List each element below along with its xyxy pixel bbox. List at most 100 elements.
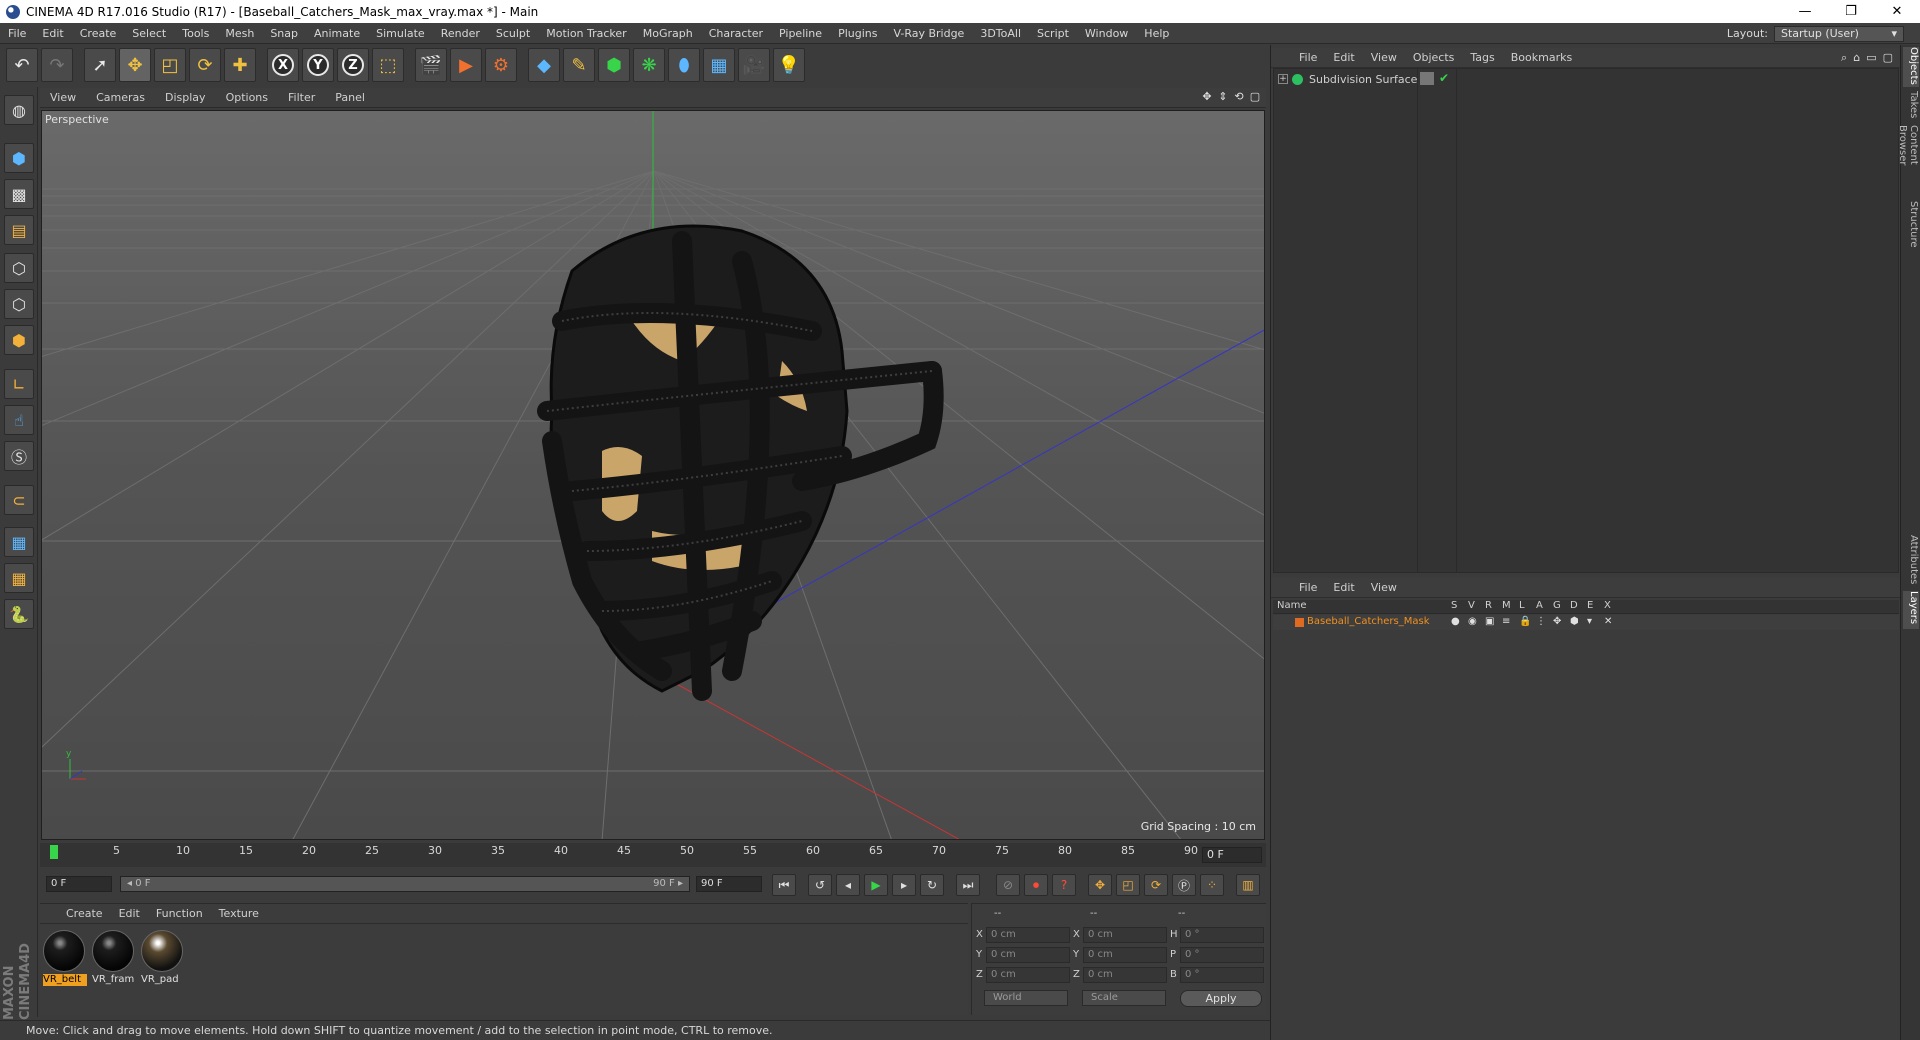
cube-icon[interactable]: ◆ <box>528 48 560 82</box>
viewport-menu-options[interactable]: Options <box>216 91 278 104</box>
menu-edit[interactable]: Edit <box>34 27 71 40</box>
render-picture-viewer-icon[interactable]: ▶ <box>450 48 482 82</box>
zoom-icon[interactable]: ⇕ <box>1216 90 1230 104</box>
python-icon[interactable]: 🐍 <box>4 599 34 629</box>
point-level-key-icon[interactable]: ⁘ <box>1200 874 1224 896</box>
objects-menu-view[interactable]: View <box>1363 51 1405 64</box>
menu-sculpt[interactable]: Sculpt <box>488 27 538 40</box>
solo-toggle-icon[interactable]: ● <box>1451 616 1460 627</box>
objects-menu-tags[interactable]: Tags <box>1462 51 1502 64</box>
menu-snap[interactable]: Snap <box>262 27 306 40</box>
floor-icon[interactable]: ▦ <box>703 48 735 82</box>
scale-key-icon[interactable]: ◰ <box>1116 874 1140 896</box>
render-toggle-icon[interactable]: ▣ <box>1485 616 1494 627</box>
scale-icon[interactable]: ◰ <box>154 48 186 82</box>
layer-row[interactable]: Baseball_Catchers_Mask ● ◉ ▣ ≡ 🔒 ⋮ ✥ ⬢ ▾… <box>1273 615 1899 630</box>
menu-script[interactable]: Script <box>1029 27 1077 40</box>
pen-spline-icon[interactable]: ✎ <box>563 48 595 82</box>
menu-3dtoall[interactable]: 3DToAll <box>972 27 1029 40</box>
size-x-field[interactable]: 0 cm <box>1083 927 1167 943</box>
position-x-field[interactable]: 0 cm <box>986 927 1070 943</box>
tab-layers[interactable]: Layers <box>1903 591 1919 629</box>
render-view-icon[interactable]: 🎬 <box>415 48 447 82</box>
animation-toggle-icon[interactable]: ⋮ <box>1536 616 1546 627</box>
viewport-menu-filter[interactable]: Filter <box>278 91 325 104</box>
menu-render[interactable]: Render <box>433 27 488 40</box>
goto-end-icon[interactable]: ⏭ <box>956 874 980 896</box>
close-button[interactable]: ✕ <box>1874 0 1920 23</box>
viewport-menu-view[interactable]: View <box>40 91 86 104</box>
menu-mograph[interactable]: MoGraph <box>635 27 701 40</box>
locked-workplane-icon[interactable]: ▦ <box>4 527 34 557</box>
layers-menu-edit[interactable]: Edit <box>1325 581 1362 594</box>
material-menu-function[interactable]: Function <box>148 907 211 920</box>
apply-button[interactable]: Apply <box>1180 990 1262 1007</box>
tab-takes[interactable]: Takes <box>1903 91 1919 121</box>
menu-tools[interactable]: Tools <box>174 27 217 40</box>
deformer-icon[interactable]: ⬮ <box>668 48 700 82</box>
position-z-field[interactable]: 0 cm <box>986 967 1070 983</box>
redo-icon[interactable]: ↷ <box>41 48 73 82</box>
autokeying-icon[interactable]: ⏺ <box>1024 874 1048 896</box>
3d-viewport[interactable]: y Perspective Grid Spacing : 10 cm <box>41 110 1265 840</box>
snapping-icon[interactable]: Ⓢ <box>4 441 34 471</box>
light-icon[interactable]: 💡 <box>773 48 805 82</box>
menu-animate[interactable]: Animate <box>306 27 368 40</box>
tweak-mode-icon[interactable]: ☝ <box>4 405 34 435</box>
editor-visibility-icon[interactable] <box>1420 72 1434 85</box>
material-menu-edit[interactable]: Edit <box>111 907 148 920</box>
timeline-ruler[interactable]: 0 5 10 15 20 25 30 35 40 45 50 55 60 65 … <box>40 843 1266 867</box>
size-mode-dropdown[interactable]: Scale <box>1082 990 1166 1006</box>
viewport-menu-panel[interactable]: Panel <box>325 91 375 104</box>
lock-toggle-icon[interactable]: 🔒 <box>1519 616 1531 627</box>
view-toggle-icon[interactable]: ◉ <box>1468 616 1477 627</box>
material-menu-create[interactable]: Create <box>58 907 111 920</box>
camera-icon[interactable]: 🎥 <box>738 48 770 82</box>
record-active-objects-icon[interactable]: ⊘ <box>996 874 1020 896</box>
layers-menu-view[interactable]: View <box>1363 581 1405 594</box>
size-z-field[interactable]: 0 cm <box>1083 967 1167 983</box>
objects-menu-file[interactable]: File <box>1291 51 1325 64</box>
subdivision-surface-icon[interactable]: ⬢ <box>598 48 630 82</box>
size-y-field[interactable]: 0 cm <box>1083 947 1167 963</box>
frame-range-slider[interactable]: ◂ 0 F 90 F ▸ <box>120 876 690 892</box>
objects-menu-edit[interactable]: Edit <box>1325 51 1362 64</box>
material-menu-texture[interactable]: Texture <box>211 907 267 920</box>
menu-character[interactable]: Character <box>701 27 771 40</box>
rotation-p-field[interactable]: 0 ° <box>1180 947 1264 963</box>
generators-toggle-icon[interactable]: ✥ <box>1553 616 1561 627</box>
previous-key-icon[interactable]: ↺ <box>808 874 832 896</box>
expressions-toggle-icon[interactable]: ▾ <box>1587 616 1592 627</box>
objects-menu-bookmarks[interactable]: Bookmarks <box>1503 51 1580 64</box>
goto-start-icon[interactable]: ⏮ <box>772 874 796 896</box>
viewport-menu-cameras[interactable]: Cameras <box>86 91 155 104</box>
rotation-h-field[interactable]: 0 ° <box>1180 927 1264 943</box>
rotation-b-field[interactable]: 0 ° <box>1180 967 1264 983</box>
play-icon[interactable]: ▶ <box>864 874 888 896</box>
menu-select[interactable]: Select <box>124 27 174 40</box>
expand-icon[interactable]: + <box>1278 74 1288 84</box>
layout-dropdown[interactable]: Startup (User) ▾ <box>1774 25 1904 42</box>
model-mode-icon[interactable]: ⬢ <box>4 143 34 173</box>
timeline-window-icon[interactable]: ▥ <box>1236 874 1260 896</box>
menu-mesh[interactable]: Mesh <box>217 27 262 40</box>
viewport-menu-display[interactable]: Display <box>155 91 216 104</box>
z-axis-button[interactable]: Z <box>337 48 369 82</box>
end-frame-field[interactable]: 90 F <box>696 876 762 892</box>
make-editable-icon[interactable]: ◍ <box>4 95 34 125</box>
texture-mode-icon[interactable]: ▩ <box>4 179 34 209</box>
layers-menu-file[interactable]: File <box>1291 581 1325 594</box>
menu-help[interactable]: Help <box>1136 27 1177 40</box>
orbit-icon[interactable]: ⟲ <box>1232 90 1246 104</box>
points-mode-icon[interactable]: ⬡ <box>4 253 34 283</box>
position-key-icon[interactable]: ✥ <box>1088 874 1112 896</box>
menu-simulate[interactable]: Simulate <box>368 27 433 40</box>
menu-file[interactable]: File <box>0 27 34 40</box>
tab-structure[interactable]: Structure <box>1903 201 1919 248</box>
tab-objects[interactable]: Objects <box>1903 47 1919 87</box>
previous-frame-icon[interactable]: ◂ <box>836 874 860 896</box>
menu-plugins[interactable]: Plugins <box>830 27 885 40</box>
polygons-mode-icon[interactable]: ⬢ <box>4 325 34 355</box>
xref-toggle-icon[interactable]: ✕ <box>1604 616 1612 627</box>
home-icon[interactable]: ⌂ <box>1853 51 1860 65</box>
